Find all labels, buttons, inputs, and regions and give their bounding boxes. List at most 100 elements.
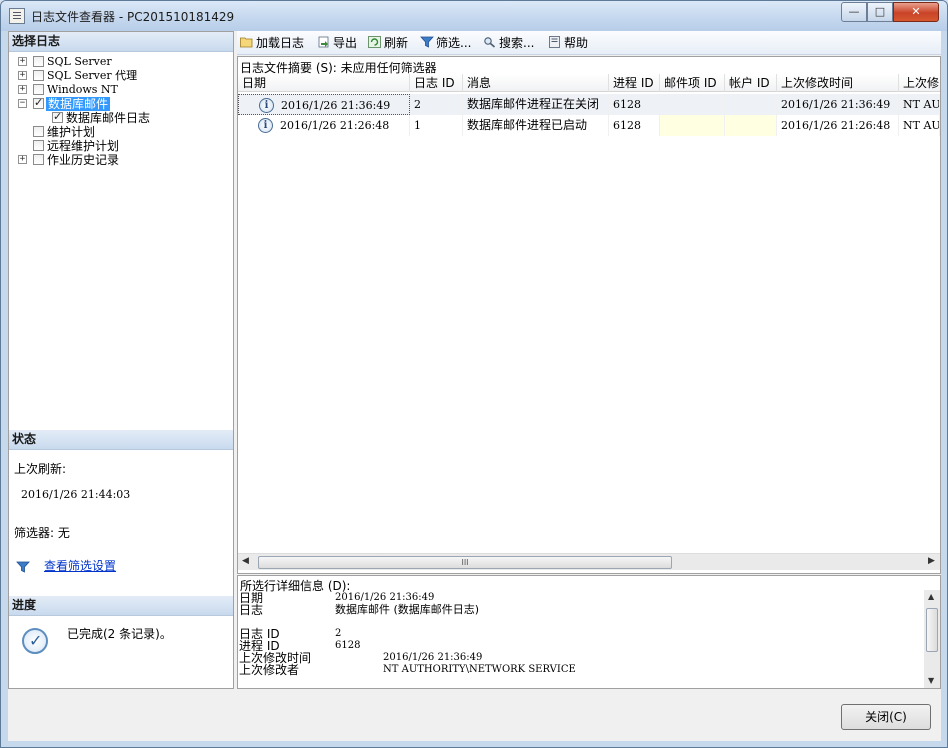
view-filter-settings-link[interactable]: 查看筛选设置 [44,557,116,574]
toolbar: 加载日志 导出 刷新 筛选... 搜索... 帮助 [237,31,941,55]
expand-icon[interactable]: + [18,71,27,80]
status-header: 状态 [9,430,233,450]
load-log-button[interactable]: 加载日志 [240,34,304,52]
detail-line: 日志 数据库邮件 (数据库邮件日志) [239,603,919,617]
column-header-account-id[interactable]: 帐户 ID [725,74,777,92]
detail-value: 6128 [335,640,361,651]
checkbox[interactable] [33,140,44,151]
cell-account-id [725,94,777,115]
window-title: 日志文件查看器 - PC201510181429 [31,10,235,24]
scroll-right-arrow-icon[interactable]: ▶ [928,556,935,566]
column-header-log-id[interactable]: 日志 ID [410,74,463,92]
cell-mail-id [660,115,725,136]
tree-item-job-history[interactable]: + 作业历史记录 [9,153,233,167]
expand-icon[interactable]: + [18,155,27,164]
close-button[interactable]: 关闭(C) [841,704,931,730]
expand-icon[interactable]: + [18,85,27,94]
cell-date: i 2016/1/26 21:36:49 [238,94,410,115]
detail-key: 上次修改者 [239,663,300,677]
collapse-icon[interactable]: − [18,99,27,108]
tree-item-sql-server-agent[interactable]: + SQL Server 代理 [9,69,233,83]
maximize-button[interactable]: □ [867,2,893,22]
detail-line: 进程 ID 6128 [239,640,919,652]
tree-item-database-mail-log[interactable]: 数据库邮件日志 [9,110,233,125]
tree-item-label: 远程维护计划 [47,139,120,153]
row-details-pane: 所选行详细信息 (D): 日期 2016/1/26 21:36:49 日志 数据… [237,575,941,689]
filter-status: 筛选器: 无 [14,526,70,540]
cell-last-modified: 2016/1/26 21:36:49 [777,94,899,115]
column-header-last-modified-by[interactable]: 上次修 [899,74,940,92]
search-label: 搜索... [499,36,535,50]
column-header-process-id[interactable]: 进程 ID [609,74,660,92]
checkbox-checked[interactable] [33,96,44,110]
table-row[interactable]: i 2016/1/26 21:36:49 2 数据库邮件进程正在关闭 6128 2… [238,94,940,115]
checkbox[interactable] [33,126,44,137]
tree-item-label: 维护计划 [47,125,96,139]
scroll-up-arrow-icon[interactable]: ▲ [928,592,934,601]
cell-log-id: 1 [410,115,463,136]
close-window-button[interactable]: ✕ [893,2,939,22]
select-log-header: 选择日志 [9,32,233,52]
right-pane: 加载日志 导出 刷新 筛选... 搜索... 帮助 日志文件摘要 (S): 未应… [237,31,941,689]
help-button[interactable]: 帮助 [548,34,588,52]
tree-item-windows-nt[interactable]: + Windows NT [9,83,233,97]
footer-bar: 关闭(C) [8,691,941,741]
export-icon [318,36,329,48]
checkbox[interactable] [33,84,44,95]
cell-process-id: 6128 [609,115,660,136]
search-button[interactable]: 搜索... [483,34,534,52]
filter-icon [16,561,30,573]
cell-process-id: 6128 [609,94,660,115]
minimize-button[interactable]: — [841,2,867,22]
expand-icon[interactable]: + [18,57,27,66]
checkbox-checked[interactable] [52,110,63,124]
cell-message: 数据库邮件进程正在关闭 [463,94,609,115]
checkbox[interactable] [33,154,44,165]
log-viewer-window: 日志文件查看器 - PC201510181429 — □ ✕ 选择日志 + SQ… [0,0,948,748]
detail-line: 上次修改时间 2016/1/26 21:36:49 [239,652,919,664]
table-row[interactable]: i 2016/1/26 21:26:48 1 数据库邮件进程已启动 6128 20… [238,115,940,136]
left-pane: 选择日志 + SQL Server + SQL Server 代理 + Wind… [8,31,234,689]
load-log-label: 加载日志 [256,36,305,50]
tree-item-label: 数据库邮件日志 [66,111,151,125]
vertical-scroll-thumb[interactable] [926,608,938,652]
detail-value: 2016/1/26 21:36:49 [383,652,483,663]
column-header-date[interactable]: 日期 [238,74,410,92]
tree-item-maintenance-plan[interactable]: 维护计划 [9,125,233,139]
horizontal-scrollbar[interactable]: ◀ III ▶ [238,553,940,570]
tree-item-label: SQL Server 代理 [47,69,138,82]
column-header-last-modified[interactable]: 上次修改时间 [777,74,899,92]
info-icon: i [258,118,273,133]
tree-item-sql-server[interactable]: + SQL Server [9,55,233,69]
export-button[interactable]: 导出 [317,34,357,52]
detail-value: NT AUTHORITY\NETWORK SERVICE [383,664,576,675]
detail-key: 日志 [239,603,264,617]
cell-date: i 2016/1/26 21:26:48 [238,115,410,136]
grid-header: 日期 日志 ID 消息 进程 ID 邮件项 ID 帐户 ID 上次修改时间 上次… [238,74,940,92]
column-header-mail-id[interactable]: 邮件项 ID [660,74,725,92]
last-refresh-value: 2016/1/26 21:44:03 [21,488,131,501]
cell-log-id: 2 [410,94,463,115]
title-bar[interactable]: 日志文件查看器 - PC201510181429 — □ ✕ [1,1,947,31]
detail-line: 日志 ID 2 [239,628,919,640]
tree-item-remote-maintenance-plan[interactable]: 远程维护计划 [9,139,233,153]
filter-button[interactable]: 筛选... [420,34,471,52]
client-area: 选择日志 + SQL Server + SQL Server 代理 + Wind… [8,31,941,741]
tree-item-label: SQL Server [47,55,112,68]
info-icon: i [259,98,274,113]
checkbox[interactable] [33,70,44,81]
checkbox[interactable] [33,56,44,67]
column-header-message[interactable]: 消息 [463,74,609,92]
cell-mail-id [660,94,725,115]
refresh-button[interactable]: 刷新 [368,34,408,52]
folder-open-icon [240,37,253,48]
scroll-left-arrow-icon[interactable]: ◀ [242,556,249,566]
tree-item-database-mail[interactable]: − 数据库邮件 [9,96,233,111]
vertical-scrollbar[interactable]: ▲ ▼ [924,590,940,688]
cell-last-modified: 2016/1/26 21:26:48 [777,115,899,136]
horizontal-scroll-thumb[interactable]: III [258,556,672,569]
last-refresh-label: 上次刷新: [14,462,67,476]
filter-label: 筛选... [436,36,472,50]
scroll-down-arrow-icon[interactable]: ▼ [928,676,934,685]
refresh-icon [368,36,381,48]
